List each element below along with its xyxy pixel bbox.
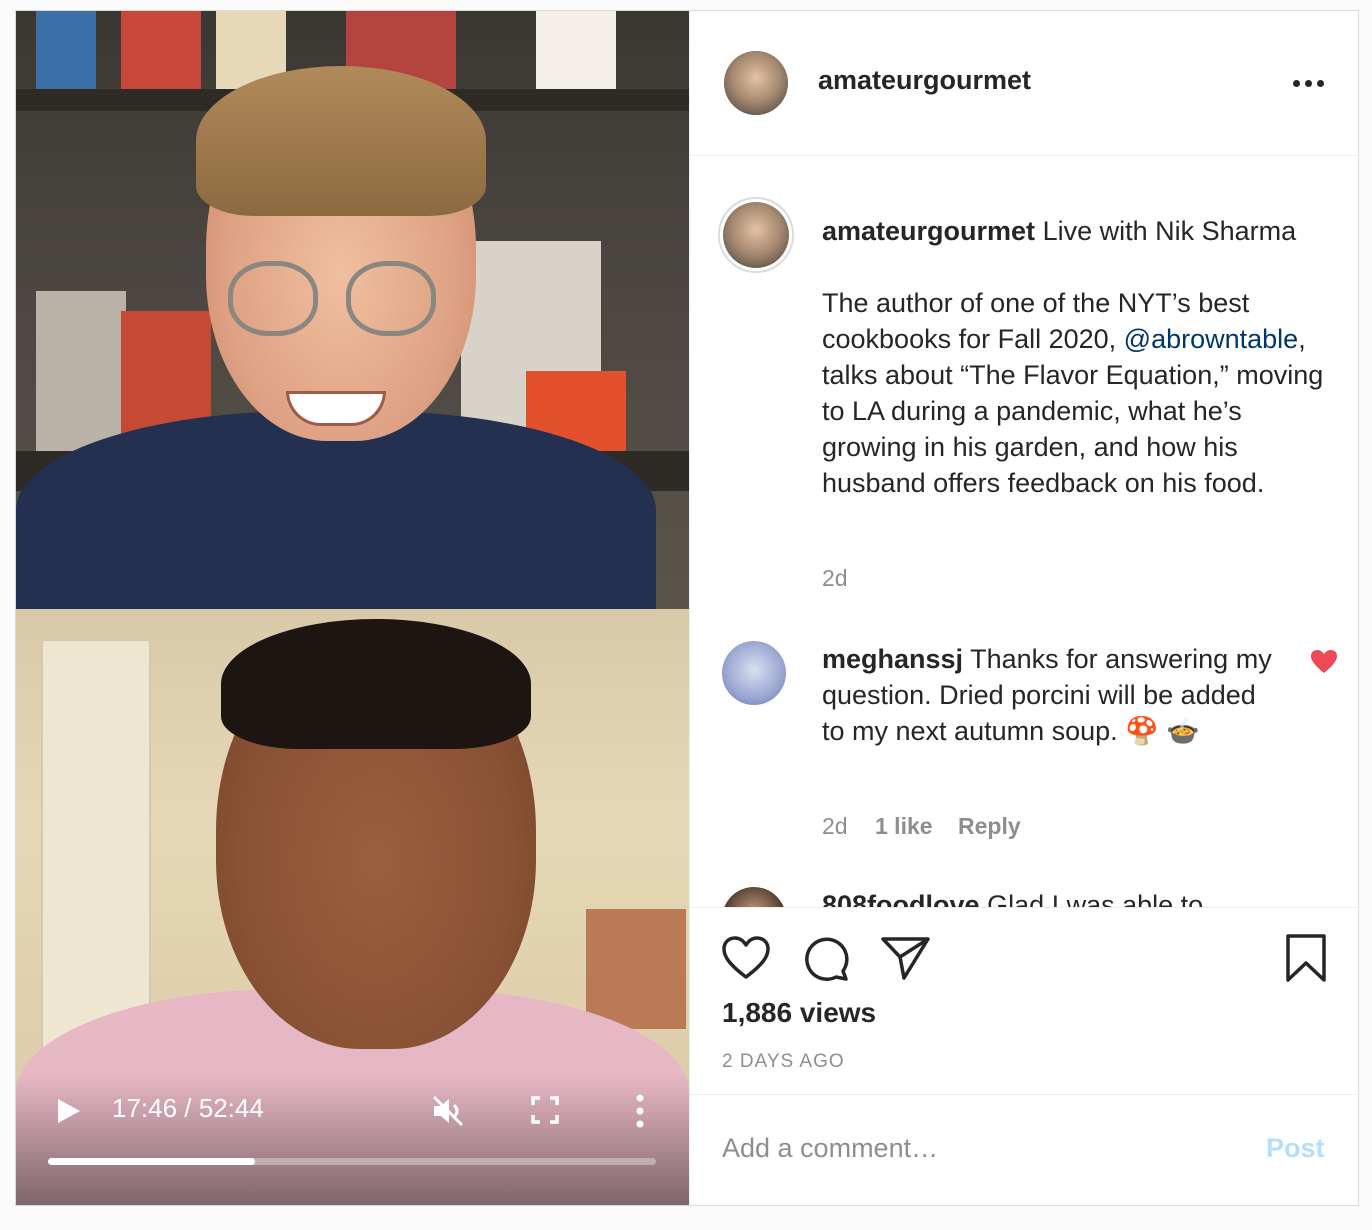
more-options-icon[interactable] [630, 1093, 650, 1129]
glasses-left [228, 261, 318, 336]
play-icon[interactable] [56, 1097, 82, 1125]
live-video-player[interactable]: 17:46 / 52:44 [16, 11, 689, 1205]
video-top-frame [16, 11, 689, 609]
post-date: 2 DAYS AGO [722, 1051, 845, 1072]
commenter-avatar[interactable] [722, 887, 786, 907]
comments-list: amateurgourmet Live with Nik Sharma The … [690, 157, 1360, 907]
comment-bubble-icon[interactable] [800, 933, 852, 983]
post-comment-button[interactable]: Post [1266, 1133, 1325, 1164]
mention-link[interactable]: @abrowntable [1124, 324, 1299, 354]
commenter-avatar[interactable] [722, 641, 786, 705]
comment-body-partial: 808foodlove Glad I was able to [822, 887, 1292, 907]
view-count[interactable]: 1,886 views [722, 997, 876, 1029]
caption-timestamp: 2d [822, 565, 848, 591]
like-heart-icon[interactable] [720, 933, 772, 983]
video-progress-fill [48, 1158, 255, 1165]
comment-username[interactable]: 808foodlove [822, 890, 980, 907]
post-details-panel: amateurgourmet amateurgourmet Live with … [689, 11, 1360, 1205]
instagram-post: 17:46 / 52:44 amateurgourmet amateurgour… [15, 10, 1360, 1206]
video-time: 17:46 / 52:44 [112, 1093, 264, 1123]
header-username[interactable]: amateurgourmet [818, 65, 1031, 96]
reply-button[interactable]: Reply [958, 813, 1021, 840]
comment-text: Glad I was able to [987, 890, 1204, 907]
caption-title-text: Live with Nik Sharma [1042, 216, 1297, 246]
muted-icon[interactable] [430, 1093, 466, 1129]
more-options-icon[interactable] [1293, 73, 1329, 93]
comment-body: meghanssj Thanks for answering my questi… [822, 641, 1282, 749]
comment-input[interactable]: Add a comment… [722, 1133, 938, 1164]
caption-avatar[interactable] [718, 197, 794, 273]
caption-title: amateurgourmet Live with Nik Sharma [822, 213, 1332, 249]
comment-timestamp: 2d [822, 813, 848, 839]
author-avatar[interactable] [724, 51, 788, 115]
share-send-icon[interactable] [880, 933, 932, 983]
fullscreen-icon[interactable] [530, 1095, 560, 1125]
post-header: amateurgourmet [690, 11, 1360, 156]
comment-username[interactable]: meghanssj [822, 644, 963, 674]
glasses-right [346, 261, 436, 336]
liked-heart-icon[interactable] [1310, 649, 1338, 675]
caption-body: The author of one of the NYT’s best cook… [822, 288, 1324, 498]
save-bookmark-icon[interactable] [1280, 933, 1332, 983]
caption-username[interactable]: amateurgourmet [822, 216, 1035, 246]
comment-likes[interactable]: 1 like [875, 813, 933, 840]
video-progress-bar[interactable] [48, 1158, 656, 1165]
